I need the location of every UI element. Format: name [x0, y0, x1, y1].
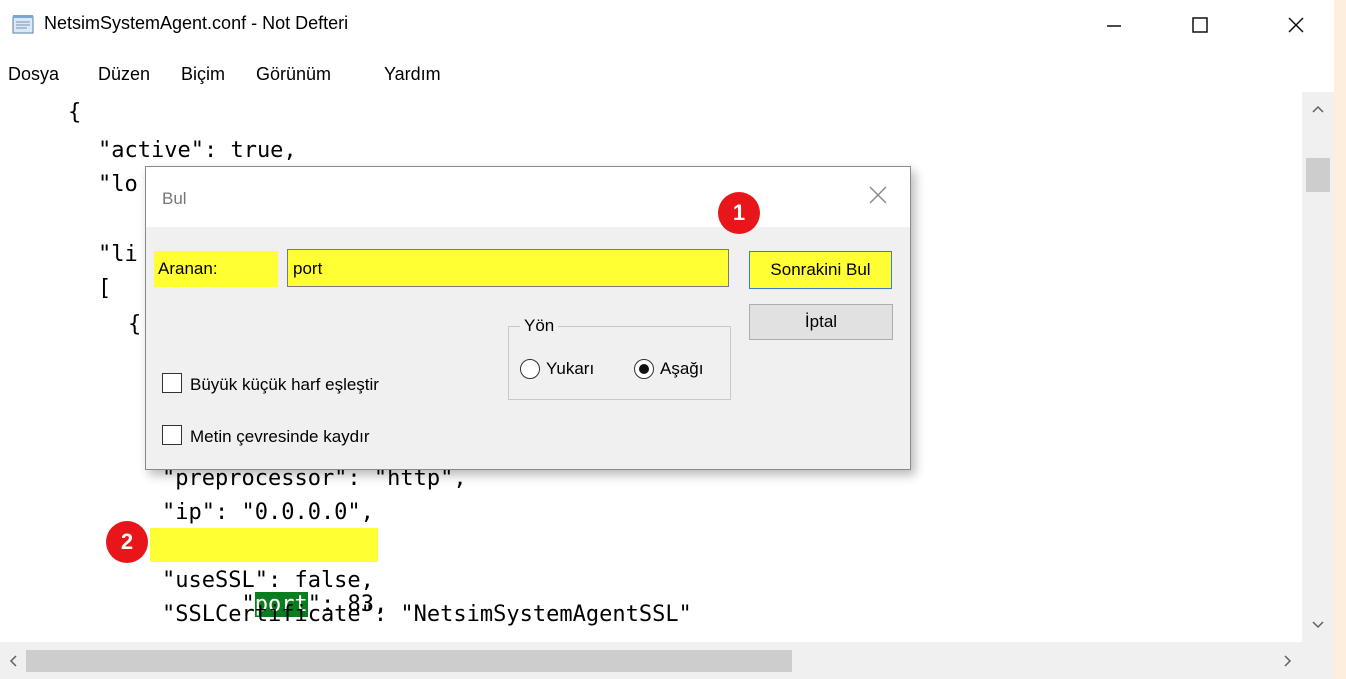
code-line: "lo [98, 172, 138, 197]
menu-view[interactable]: Görünüm [256, 64, 331, 85]
horizontal-scroll-thumb[interactable] [26, 650, 792, 672]
scroll-left-icon[interactable] [8, 655, 18, 667]
match-case-checkbox[interactable] [162, 373, 182, 393]
annotation-badge-2: 2 [106, 521, 148, 563]
close-icon [1288, 17, 1304, 33]
direction-group-label: Yön [520, 316, 559, 336]
direction-up-radio[interactable] [520, 359, 540, 379]
scroll-down-icon[interactable] [1312, 620, 1324, 630]
dialog-title: Bul [162, 189, 187, 208]
menu-bar: Dosya Düzen Biçim Görünüm Yardım [0, 60, 1334, 90]
close-button[interactable] [1266, 0, 1326, 50]
direction-down-radio[interactable] [634, 359, 654, 379]
dialog-close-icon[interactable] [868, 185, 888, 205]
vertical-scrollbar[interactable] [1302, 92, 1334, 642]
cancel-label: İptal [804, 312, 838, 331]
minimize-icon [1107, 25, 1121, 27]
find-next-label: Sonrakini Bul [770, 260, 871, 279]
code-line: "useSSL": false, [162, 568, 374, 593]
code-line: "active": true, [98, 138, 297, 163]
scroll-up-icon[interactable] [1312, 104, 1324, 114]
minimize-button[interactable] [1084, 0, 1144, 50]
search-input[interactable]: port [287, 249, 729, 287]
highlighted-port-line: "port": 83, [150, 528, 387, 617]
maximize-icon [1192, 17, 1208, 33]
find-next-button[interactable]: Sonrakini Bul [749, 251, 892, 289]
match-case-label[interactable]: Büyük küçük harf eşleştir [190, 375, 379, 395]
wrap-around-label[interactable]: Metin çevresinde kaydır [190, 427, 370, 447]
menu-file[interactable]: Dosya [8, 64, 59, 85]
title-bar: NetsimSystemAgent.conf - Not Defteri [0, 0, 1334, 50]
search-label: Aranan: [158, 259, 218, 278]
notepad-icon [12, 14, 34, 34]
code-line: { [128, 312, 142, 337]
dialog-title-bar: Bul [146, 167, 910, 227]
code-line: "ip": "0.0.0.0", [162, 500, 374, 525]
direction-down-label[interactable]: Aşağı [660, 359, 703, 379]
direction-up-label[interactable]: Yukarı [546, 359, 594, 379]
maximize-button[interactable] [1170, 0, 1230, 50]
search-input-value: port [293, 259, 323, 278]
menu-format[interactable]: Biçim [181, 64, 225, 85]
window-title: NetsimSystemAgent.conf - Not Defteri [44, 13, 349, 33]
horizontal-scrollbar[interactable] [0, 642, 1302, 679]
menu-edit[interactable]: Düzen [98, 64, 150, 85]
code-line: { [68, 100, 82, 125]
scrollbar-corner [1302, 642, 1334, 679]
vertical-scroll-thumb[interactable] [1306, 158, 1330, 192]
cancel-button[interactable]: İptal [749, 304, 893, 340]
menu-help[interactable]: Yardım [384, 64, 441, 85]
wrap-around-checkbox[interactable] [162, 425, 182, 445]
radio-selected-dot [639, 364, 649, 374]
code-line: "li [98, 242, 138, 267]
annotation-badge-1: 1 [718, 192, 760, 234]
port-line-highlight [150, 528, 378, 562]
code-line: [ [98, 276, 112, 301]
code-line: "SSLCertificate": "NetsimSystemAgentSSL" [162, 602, 692, 627]
find-dialog: Bul Aranan: port Sonrakini Bul İptal Yön… [145, 166, 911, 470]
scroll-right-icon[interactable] [1283, 655, 1293, 667]
